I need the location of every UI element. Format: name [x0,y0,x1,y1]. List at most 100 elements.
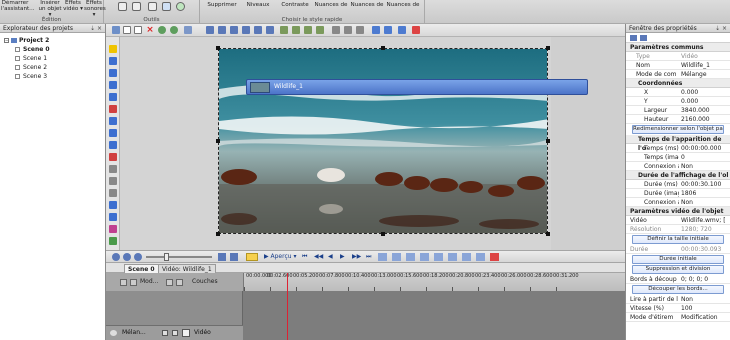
prop-row[interactable]: Durée (image1806 [626,189,730,198]
copy-icon[interactable] [134,26,142,34]
fade-icon[interactable] [462,253,471,261]
text-tool-icon[interactable] [109,57,117,65]
resize-handle[interactable] [381,46,385,50]
snapshot-icon[interactable] [406,253,415,261]
prop-row[interactable]: Mode d'étirem Modification [626,313,730,322]
sort-az-icon[interactable] [640,35,647,41]
prop-row[interactable]: Nom Wildlife_1 [626,61,730,70]
prop-row[interactable]: Vitesse (%) 100 [626,304,730,313]
track-visible-checkbox[interactable] [162,330,168,336]
playhead[interactable] [287,273,288,340]
eraser-tool-icon[interactable] [109,189,117,197]
fit-height-icon[interactable] [230,253,238,261]
align-left-icon[interactable] [206,26,214,34]
step-back-button[interactable]: ◀ [328,253,337,261]
zoom-slider[interactable] [146,256,212,258]
split-icon[interactable] [378,253,387,261]
image-tool-icon[interactable] [109,81,117,89]
scene-checkbox[interactable] [15,74,20,79]
style-contrast-button[interactable]: Contraste [278,2,312,8]
fit-width-icon[interactable] [218,253,226,261]
prop-row[interactable]: Bords à découp 0; 0; 0; 0 [626,275,730,284]
tree-scene-2[interactable]: Scene 2 [4,63,105,72]
color-icon[interactable] [148,2,157,11]
track-blend-mode[interactable]: Mélan... [122,329,152,336]
section-display-duration[interactable]: Durée de l'affichage de l'ol [626,171,730,180]
zoom-in-icon[interactable] [112,253,120,261]
audio-tool-icon[interactable] [109,225,117,233]
fullscreen-icon[interactable] [372,26,380,34]
rotate-icon[interactable] [184,26,192,34]
crop-icon[interactable] [448,253,457,261]
line-tool-icon[interactable] [109,105,117,113]
go-end-button[interactable]: ⏭ [366,253,375,261]
pin-close-icon[interactable]: ⇣ × [715,24,727,33]
visibility-icon[interactable] [166,279,173,286]
scene-checkbox[interactable] [15,47,20,52]
new-icon[interactable] [123,26,131,34]
initial-size-button[interactable]: Définir la taille initiale [632,235,724,244]
undo-icon[interactable] [158,26,166,34]
style-levels-button[interactable]: Niveaux [244,2,272,8]
grid-icon[interactable] [398,26,406,34]
align-top-icon[interactable] [242,26,250,34]
animation-tool-icon[interactable] [109,201,117,209]
redo-icon[interactable] [170,26,178,34]
section-video-params[interactable]: Paramètres vidéo de l'objet [626,207,730,216]
zoom-fit-icon[interactable] [134,253,142,261]
split-delete-button[interactable]: Suppression et division [632,265,724,274]
prop-row[interactable]: Connexion arNon [626,162,730,171]
audio-wave-icon[interactable] [420,253,429,261]
subtitle-tool-icon[interactable] [109,129,117,137]
stabilize-icon[interactable] [162,2,171,11]
initial-duration-button[interactable]: Durée initiale [632,255,724,264]
sound-effects-button[interactable]: Effets sonores ▾ [84,0,106,18]
tab-video-object[interactable]: Vidéo: Wildlife_1 [158,264,216,273]
tree-scene-1[interactable]: Scene 1 [4,54,105,63]
video-clip[interactable]: Wildlife_1 [246,79,588,95]
resize-handle[interactable] [216,46,220,50]
zoom-slider-thumb[interactable] [164,253,169,261]
resize-handle[interactable] [546,139,550,143]
prop-row[interactable]: Connexion arNon [626,198,730,207]
prop-row[interactable]: Lire à partir de l Non [626,295,730,304]
forward-button[interactable]: ▶▶ [352,253,363,261]
pointer-tool-icon[interactable] [109,45,117,53]
resize-handle[interactable] [546,232,550,236]
mute-icon[interactable] [176,279,183,286]
align-bottom-icon[interactable] [266,26,274,34]
style-shades-2-button[interactable]: Nuances de [350,2,384,8]
track-lane[interactable] [243,291,625,340]
loop-toggle-icon[interactable] [246,253,258,261]
effect-tool-icon[interactable] [109,153,117,161]
eye-icon[interactable] [110,330,117,336]
resize-handle[interactable] [546,46,550,50]
align-middle-icon[interactable] [254,26,262,34]
collapse-icon[interactable]: − [4,38,9,43]
lock-icon[interactable] [130,279,137,286]
section-common[interactable]: Paramètres communs [626,43,730,52]
arrow-down-icon[interactable] [304,26,312,34]
categorized-icon[interactable] [630,35,637,41]
snap-icon[interactable] [384,26,392,34]
start-wizard-button[interactable]: Démarrer l'assistant... [1,0,35,12]
prop-row[interactable]: Hauteur 2160.000 [626,115,730,124]
prop-row[interactable]: Durée (ms) 00:00:30.100 [626,180,730,189]
delete-icon[interactable]: × [146,26,154,35]
speed-icon[interactable] [176,2,185,11]
resize-handle[interactable] [381,232,385,236]
section-appearance-time[interactable]: Temps de l'apparition de l'o [626,135,730,152]
layer-down-icon[interactable] [344,26,352,34]
prop-row[interactable]: Largeur 3840.000 [626,106,730,115]
tree-scene-3[interactable]: Scene 3 [4,72,105,81]
resize-to-parent-button[interactable]: Redimensionner selon l'objet parent [632,125,724,134]
scene-checkbox[interactable] [15,56,20,61]
record-icon[interactable] [412,26,420,34]
track-row[interactable]: Mélan... Vidéo [106,325,243,340]
arrow-up-icon[interactable] [292,26,300,34]
volume-icon[interactable] [476,253,485,261]
arrow-left-icon[interactable] [280,26,288,34]
video-effects-button[interactable]: Effets vidéo ▾ [63,0,83,12]
track-lock-checkbox[interactable] [172,330,178,336]
video-object[interactable] [218,48,548,234]
